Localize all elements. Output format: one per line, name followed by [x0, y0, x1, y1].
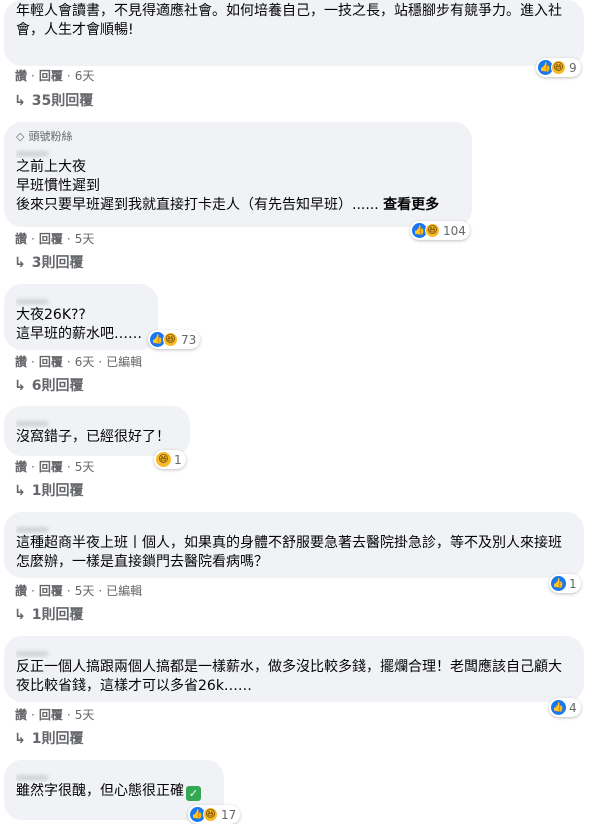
reaction-count: 4: [569, 700, 577, 715]
reply-arrow-icon: ↳: [14, 731, 26, 747]
reaction-count: 73: [181, 332, 197, 347]
replies-label: 1則回覆: [31, 607, 84, 623]
diamond-icon: ◇: [16, 130, 25, 143]
reply-arrow-icon: ↳: [14, 483, 26, 499]
comment-time[interactable]: 5天: [75, 459, 95, 475]
reply-button[interactable]: 回覆: [39, 231, 63, 247]
like-button[interactable]: 讚: [15, 354, 27, 370]
like-button[interactable]: 讚: [15, 231, 27, 247]
reply-arrow-icon: ↳: [14, 607, 26, 623]
comment-actions: 讚 · 回覆 · 6天 · 已編輯: [15, 354, 143, 370]
reply-button[interactable]: 回覆: [39, 459, 63, 475]
comment-text: 反正一個人搞跟兩個人搞都是一樣薪水，做多沒比較多錢，擺爛合理！老闆應該自己顧大夜…: [16, 659, 562, 694]
comment-bubble: ‥‥‥‥ 反正一個人搞跟兩個人搞都是一樣薪水，做多沒比較多錢，擺爛合理！老闆應該…: [4, 636, 584, 702]
view-replies-button[interactable]: ↳ 35則回覆: [14, 92, 93, 110]
reaction-count: 104: [443, 223, 466, 238]
comment-text: 年輕人會讀書，不見得適應社會。如何培養自己，一技之長，站穩腳步有競爭力。進入社會…: [16, 3, 562, 38]
check-mark-icon: ✓: [186, 786, 201, 801]
comment-author[interactable]: ‥‥‥‥: [16, 644, 572, 658]
reply-arrow-icon: ↳: [14, 378, 26, 394]
replies-label: 3則回覆: [31, 255, 84, 271]
comment-author[interactable]: ‥‥‥‥: [16, 414, 178, 428]
reaction-summary[interactable]: 😆 1: [154, 450, 186, 469]
reaction-count: 1: [569, 576, 577, 591]
reply-button[interactable]: 回覆: [39, 583, 63, 599]
comment-time[interactable]: 5天: [75, 707, 95, 723]
reaction-summary[interactable]: 👍 4: [549, 698, 581, 717]
comment-time[interactable]: 6天: [75, 68, 95, 84]
reaction-count: 9: [569, 60, 577, 75]
like-button[interactable]: 讚: [15, 707, 27, 723]
comment-text: 雖然字很醜，但心態很正確 ✓: [16, 782, 212, 801]
comment-author[interactable]: ‥‥‥‥: [16, 520, 572, 534]
thumbs-up-icon: 👍: [551, 576, 566, 591]
like-button[interactable]: 讚: [15, 68, 27, 84]
comment-actions: 讚 · 回覆 · 5天: [15, 459, 95, 475]
view-replies-button[interactable]: ↳ 1則回覆: [14, 730, 83, 748]
comment-bubble: ‥‥‥‥ 這種超商半夜上班丨個人，如果真的身體不舒服要急著去醫院掛急診，等不及別…: [4, 512, 584, 578]
reaction-summary[interactable]: 👍 😆 104: [410, 221, 470, 240]
reaction-summary[interactable]: 👍 1: [549, 574, 581, 593]
comment-bubble: 年輕人會讀書，不見得適應社會。如何培養自己，一技之長，站穩腳步有競爭力。進入社會…: [4, 0, 584, 66]
view-replies-button[interactable]: ↳ 1則回覆: [14, 482, 83, 500]
view-replies-button[interactable]: ↳ 1則回覆: [14, 606, 83, 624]
laughing-face-icon: 😆: [156, 452, 171, 467]
reaction-count: 17: [221, 807, 237, 822]
reaction-count: 1: [174, 452, 182, 467]
comment-body: 之前上大夜 早班慣性遲到 後來只要早班遲到我就直接打卡走人（有先告知早班）...…: [16, 159, 379, 213]
comment-time[interactable]: 5天: [75, 231, 95, 247]
comment-author[interactable]: ‥‥‥‥: [16, 768, 212, 782]
reply-arrow-icon: ↳: [14, 93, 26, 109]
reply-button[interactable]: 回覆: [39, 68, 63, 84]
replies-label: 35則回覆: [31, 93, 94, 109]
comment-actions: 讚 · 回覆 · 5天: [15, 707, 95, 723]
see-more-link[interactable]: 查看更多: [383, 197, 439, 213]
reaction-summary[interactable]: 👍 😆 17: [188, 805, 241, 824]
reaction-summary[interactable]: 👍 😆 73: [148, 330, 201, 349]
reply-arrow-icon: ↳: [14, 255, 26, 271]
replies-label: 6則回覆: [31, 378, 84, 394]
comment-text: 沒窩錯子，已經很好了！: [16, 429, 170, 445]
badge-label: 頭號粉絲: [28, 130, 73, 143]
view-replies-button[interactable]: ↳ 3則回覆: [14, 254, 83, 272]
thumbs-up-icon: 👍: [551, 700, 566, 715]
laughing-face-icon: 😆: [551, 60, 566, 75]
comment-time[interactable]: 6天: [75, 354, 95, 370]
comment-actions: 讚 · 回覆 · 5天 · 已編輯: [15, 583, 143, 599]
comment-body: 雖然字很醜，但心態很正確: [16, 783, 184, 799]
comment-bubble: ‥‥‥‥ 大夜26K?? 這早班的薪水吧……: [4, 284, 158, 350]
replies-label: 1則回覆: [31, 731, 84, 747]
laughing-face-icon: 😆: [203, 807, 218, 822]
laughing-face-icon: 😆: [163, 332, 178, 347]
view-replies-button[interactable]: ↳ 6則回覆: [14, 377, 83, 395]
edited-label: 已編輯: [106, 355, 143, 369]
comment-text: 之前上大夜 早班慣性遲到 後來只要早班遲到我就直接打卡走人（有先告知早班）...…: [16, 158, 460, 215]
edited-label: 已編輯: [106, 584, 143, 598]
comment-actions: 讚 · 回覆 · 6天: [15, 68, 95, 84]
comment-bubble: ‥‥‥‥ 沒窩錯子，已經很好了！: [4, 406, 190, 456]
comment-text: 大夜26K?? 這早班的薪水吧……: [16, 307, 142, 342]
like-button[interactable]: 讚: [15, 583, 27, 599]
laughing-face-icon: 😆: [425, 223, 440, 238]
comment-actions: 讚 · 回覆 · 5天: [15, 231, 95, 247]
replies-label: 1則回覆: [31, 483, 84, 499]
reply-button[interactable]: 回覆: [39, 707, 63, 723]
reply-button[interactable]: 回覆: [39, 354, 63, 370]
comment-time[interactable]: 5天: [75, 583, 95, 599]
top-fan-badge: ◇ 頭號粉絲: [16, 130, 460, 144]
comment-author[interactable]: ‥‥‥‥: [16, 292, 146, 306]
comment-author[interactable]: ‥‥‥‥: [16, 144, 460, 158]
like-button[interactable]: 讚: [15, 459, 27, 475]
comment-bubble: ◇ 頭號粉絲 ‥‥‥‥ 之前上大夜 早班慣性遲到 後來只要早班遲到我就直接打卡走…: [4, 122, 472, 227]
reaction-summary[interactable]: 👍 😆 9: [536, 58, 581, 77]
comment-text: 這種超商半夜上班丨個人，如果真的身體不舒服要急著去醫院掛急診，等不及別人來接班怎…: [16, 535, 562, 570]
